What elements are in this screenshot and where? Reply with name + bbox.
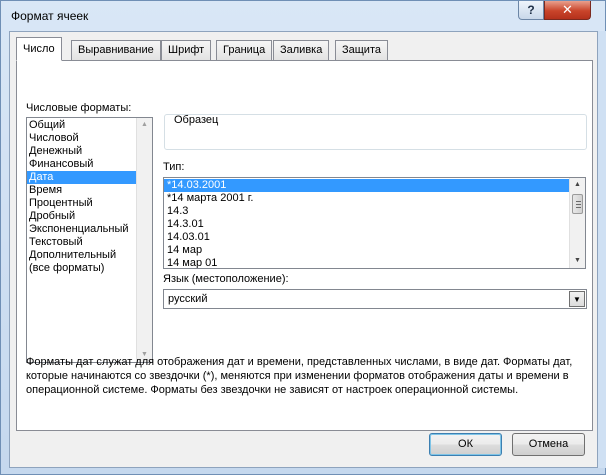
format-description: Форматы дат служат для отображения дат и… xyxy=(26,356,573,396)
type-scrollbar[interactable]: ▲ ▼ xyxy=(569,178,585,268)
type-item[interactable]: 14 мар 01 xyxy=(164,257,569,268)
type-item[interactable]: 14.3 xyxy=(164,205,569,218)
category-scrollbar[interactable]: ▲ ▼ xyxy=(136,118,152,362)
category-item-percentage[interactable]: Процентный xyxy=(27,197,152,210)
title-bar[interactable]: Формат ячеек ? ✕ xyxy=(1,1,605,31)
window-title: Формат ячеек xyxy=(11,9,89,23)
category-item-date[interactable]: Дата xyxy=(27,171,152,184)
tab-protection[interactable]: Защита xyxy=(335,40,388,60)
category-item-text[interactable]: Текстовый xyxy=(27,236,152,249)
sample-group: Образец xyxy=(164,114,587,150)
tab-border[interactable]: Граница xyxy=(216,40,273,60)
category-item-accounting[interactable]: Финансовый xyxy=(27,158,152,171)
cancel-button[interactable]: Отмена xyxy=(512,433,585,456)
chevron-down-icon[interactable]: ▼ xyxy=(569,291,585,307)
type-item-date-short[interactable]: *14.03.2001 xyxy=(164,179,569,192)
type-label: Тип: xyxy=(163,161,185,173)
close-icon[interactable]: ✕ xyxy=(544,1,591,20)
category-label: Числовые форматы: xyxy=(26,102,132,114)
scroll-down-icon[interactable]: ▼ xyxy=(570,254,585,268)
scroll-up-icon[interactable]: ▲ xyxy=(137,118,152,132)
category-item-time[interactable]: Время xyxy=(27,184,152,197)
type-list[interactable]: *14.03.2001 *14 марта 2001 г. 14.3 14.3.… xyxy=(163,177,586,269)
locale-select[interactable]: русский ▼ xyxy=(163,289,587,309)
tab-alignment[interactable]: Выравнивание xyxy=(71,40,161,60)
category-item-custom[interactable]: (все форматы) xyxy=(27,262,152,275)
tab-panel-number: Числовые форматы: Общий Числовой Денежны… xyxy=(16,60,593,431)
help-icon[interactable]: ? xyxy=(518,1,544,20)
sample-label: Образец xyxy=(174,114,219,126)
ok-button[interactable]: ОК xyxy=(429,433,502,456)
type-item[interactable]: 14 мар xyxy=(164,244,569,257)
locale-label: Язык (местоположение): xyxy=(163,273,289,285)
category-item-general[interactable]: Общий xyxy=(27,119,152,132)
tab-number[interactable]: Число xyxy=(16,37,62,61)
category-list[interactable]: Общий Числовой Денежный Финансовый Дата … xyxy=(26,117,153,363)
scroll-thumb[interactable] xyxy=(572,194,583,214)
dialog-body: Число Выравнивание Шрифт Граница Заливка… xyxy=(9,31,598,468)
category-item-fraction[interactable]: Дробный xyxy=(27,210,152,223)
category-item-number[interactable]: Числовой xyxy=(27,132,152,145)
category-item-scientific[interactable]: Экспоненциальный xyxy=(27,223,152,236)
scroll-up-icon[interactable]: ▲ xyxy=(570,178,585,192)
category-item-special[interactable]: Дополнительный xyxy=(27,249,152,262)
type-item[interactable]: 14.03.01 xyxy=(164,231,569,244)
tab-font[interactable]: Шрифт xyxy=(161,40,212,60)
category-item-currency[interactable]: Денежный xyxy=(27,145,152,158)
locale-value: русский xyxy=(168,293,208,305)
tab-fill[interactable]: Заливка xyxy=(273,40,330,60)
dialog-window: Формат ячеек ? ✕ Число Выравнивание Шриф… xyxy=(0,0,606,475)
window-border xyxy=(598,31,606,468)
type-item[interactable]: 14.3.01 xyxy=(164,218,569,231)
type-item-date-long[interactable]: *14 марта 2001 г. xyxy=(164,192,569,205)
